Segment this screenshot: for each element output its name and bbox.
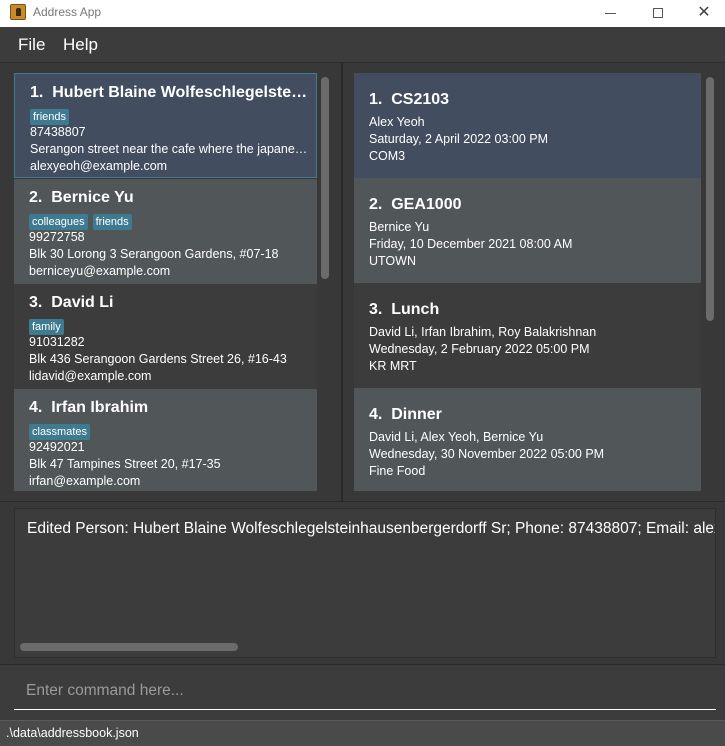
menu-file[interactable]: File <box>18 35 45 55</box>
event-card[interactable]: 2. GEA1000 Bernice Yu Friday, 10 Decembe… <box>354 178 701 283</box>
person-address: Blk 30 Lorong 3 Serangoon Gardens, #07-1… <box>29 247 279 261</box>
person-address: Blk 47 Tampines Street 20, #17-35 <box>29 457 221 471</box>
event-name: 2. GEA1000 <box>369 196 462 213</box>
tag-list: classmates <box>29 422 95 440</box>
tag-badge: classmates <box>29 424 91 440</box>
event-participants: David Li, Alex Yeoh, Bernice Yu <box>369 430 544 444</box>
person-email: lidavid@example.com <box>29 369 152 383</box>
close-icon[interactable]: ✕ <box>681 0 725 27</box>
result-display[interactable]: Edited Person: Hubert Blaine Wolfeschleg… <box>14 508 716 658</box>
event-datetime: Friday, 10 December 2021 08:00 AM <box>369 237 573 251</box>
person-phone: 87438807 <box>30 125 86 139</box>
status-bar: .\data\addressbook.json <box>0 720 725 746</box>
event-location: UTOWN <box>369 254 416 268</box>
tag-badge: family <box>29 319 64 335</box>
person-card[interactable]: 4. Irfan Ibrahim classmates 92492021 Blk… <box>14 389 317 491</box>
event-location: KR MRT <box>369 359 417 373</box>
event-name: 1. CS2103 <box>369 91 450 108</box>
window-title: Address App <box>33 5 102 19</box>
maximize-icon[interactable] <box>635 0 681 27</box>
person-address: Serangon street near the cafe where the … <box>30 142 310 156</box>
command-input[interactable] <box>14 672 716 710</box>
save-location: .\data\addressbook.json <box>6 726 139 740</box>
event-datetime: Wednesday, 30 November 2022 05:00 PM <box>369 447 605 461</box>
tag-badge: colleagues <box>29 214 88 230</box>
menu-bar: File Help <box>0 27 725 63</box>
person-email: berniceyu@example.com <box>29 264 171 278</box>
person-email: irfan@example.com <box>29 474 141 488</box>
result-horizontal-scrollbar[interactable] <box>20 643 238 651</box>
event-name: 4. Dinner <box>369 406 442 423</box>
event-participants: Bernice Yu <box>369 220 430 234</box>
person-card[interactable]: 1. Hubert Blaine Wolfeschlegelsteinhause… <box>14 73 317 178</box>
person-email: alexyeoh@example.com <box>30 159 168 173</box>
event-datetime: Wednesday, 2 February 2022 05:00 PM <box>369 342 590 356</box>
event-card[interactable]: 3. Lunch David Li, Irfan Ibrahim, Roy Ba… <box>354 283 701 388</box>
event-participants: David Li, Irfan Ibrahim, Roy Balakrishna… <box>369 325 597 339</box>
tag-list: colleagues friends <box>29 212 137 230</box>
event-location: COM3 <box>369 149 406 163</box>
person-phone: 99272758 <box>29 230 85 244</box>
event-name: 3. Lunch <box>369 301 440 318</box>
tag-list: family <box>29 317 69 335</box>
person-address: Blk 436 Serangoon Gardens Street 26, #16… <box>29 352 287 366</box>
event-datetime: Saturday, 2 April 2022 03:00 PM <box>369 132 549 146</box>
person-name: 3. David Li <box>29 294 114 311</box>
minimize-icon[interactable] <box>587 0 633 27</box>
person-phone: 92492021 <box>29 440 85 454</box>
person-card[interactable]: 3. David Li family 91031282 Blk 436 Sera… <box>14 284 317 389</box>
menu-help[interactable]: Help <box>63 35 98 55</box>
event-list-scrollbar[interactable] <box>706 77 714 321</box>
tag-list: friends <box>30 107 74 125</box>
event-card[interactable]: 1. CS2103 Alex Yeoh Saturday, 2 April 20… <box>354 73 701 178</box>
event-participants: Alex Yeoh <box>369 115 425 129</box>
tag-badge: friends <box>92 214 132 230</box>
result-text: Edited Person: Hubert Blaine Wolfeschleg… <box>27 520 715 537</box>
person-list-scrollbar[interactable] <box>321 77 329 279</box>
title-bar: Address App ✕ <box>0 0 725 27</box>
event-location: Fine Food <box>369 464 426 478</box>
event-card[interactable]: 4. Dinner David Li, Alex Yeoh, Bernice Y… <box>354 388 701 491</box>
person-name: 2. Bernice Yu <box>29 189 134 206</box>
app-icon <box>10 4 26 20</box>
person-phone: 91031282 <box>29 335 85 349</box>
person-name: 1. Hubert Blaine Wolfeschlegelsteinhause… <box>30 84 310 101</box>
person-card[interactable]: 2. Bernice Yu colleagues friends 99272758… <box>14 179 317 284</box>
tag-badge: friends <box>30 109 70 125</box>
person-name: 4. Irfan Ibrahim <box>29 399 149 416</box>
